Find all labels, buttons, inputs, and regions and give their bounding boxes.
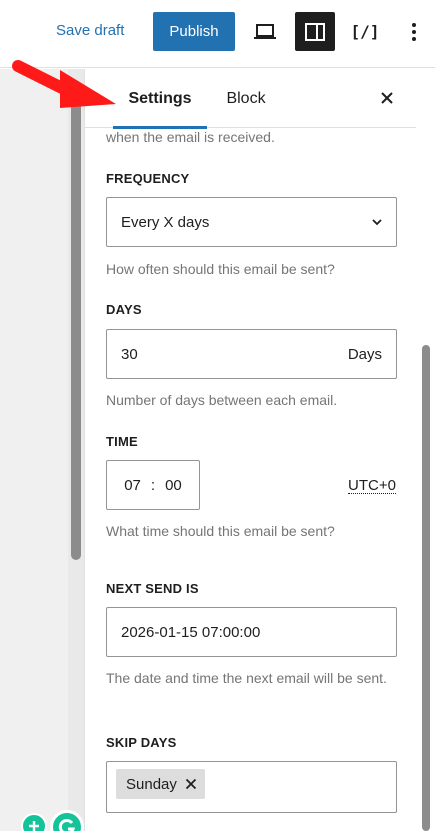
- tab-block[interactable]: Block: [216, 69, 276, 128]
- preview-device-button[interactable]: [245, 12, 285, 51]
- days-value: 30: [121, 345, 138, 363]
- grammarly-icon: [58, 818, 76, 831]
- previous-field-help: when the email is received.: [106, 129, 275, 145]
- more-options-button[interactable]: [396, 12, 432, 51]
- frequency-value: Every X days: [121, 213, 210, 231]
- publish-button[interactable]: Publish: [153, 12, 235, 51]
- frequency-select[interactable]: Every X days: [106, 197, 397, 247]
- laptop-icon: [254, 23, 276, 39]
- close-sidebar-button[interactable]: [373, 84, 401, 112]
- frequency-label: FREQUENCY: [106, 171, 190, 186]
- close-icon: [381, 92, 393, 104]
- skip-day-token: Sunday: [116, 769, 205, 799]
- next-send-help: The date and time the next email will be…: [106, 670, 387, 686]
- next-send-value: 2026-01-15 07:00:00: [121, 623, 261, 641]
- chevron-down-icon: [372, 219, 382, 226]
- time-label: TIME: [106, 434, 138, 449]
- days-label: DAYS: [106, 302, 142, 317]
- skip-days-token-field[interactable]: Sunday: [106, 761, 397, 813]
- more-vertical-icon: [412, 22, 416, 41]
- settings-sidebar: Settings Block when the email is receive…: [84, 69, 435, 831]
- time-input: 07 : 00: [106, 460, 200, 510]
- time-help: What time should this email be sent?: [106, 523, 335, 539]
- time-minutes-input[interactable]: 00: [165, 477, 182, 494]
- time-hours-input[interactable]: 07: [124, 477, 141, 494]
- next-send-input[interactable]: 2026-01-15 07:00:00: [106, 607, 397, 657]
- sidebar-scrollbar[interactable]: [422, 345, 430, 831]
- close-icon: [185, 778, 197, 790]
- days-suffix: Days: [347, 346, 382, 363]
- editor-scrollbar[interactable]: [71, 95, 81, 560]
- sidebar-tabs: Settings Block: [85, 69, 416, 129]
- sidebar-toggle-icon: [305, 22, 325, 41]
- annotation-arrow-icon: [12, 60, 116, 108]
- days-input[interactable]: 30 Days: [106, 329, 397, 379]
- timezone-label[interactable]: UTC+0: [348, 478, 396, 494]
- remove-token-button[interactable]: [185, 778, 197, 790]
- plus-icon: [29, 821, 39, 831]
- time-separator: :: [150, 476, 156, 494]
- next-send-label: NEXT SEND IS: [106, 581, 199, 596]
- skip-days-label: SKIP DAYS: [106, 735, 177, 750]
- skip-day-token-label: Sunday: [126, 775, 177, 793]
- save-draft-button[interactable]: Save draft: [56, 22, 124, 39]
- frequency-help: How often should this email be sent?: [106, 261, 335, 277]
- settings-sidebar-toggle[interactable]: [295, 12, 335, 51]
- days-help: Number of days between each email.: [106, 392, 338, 408]
- code-editor-button[interactable]: [/]: [345, 12, 385, 51]
